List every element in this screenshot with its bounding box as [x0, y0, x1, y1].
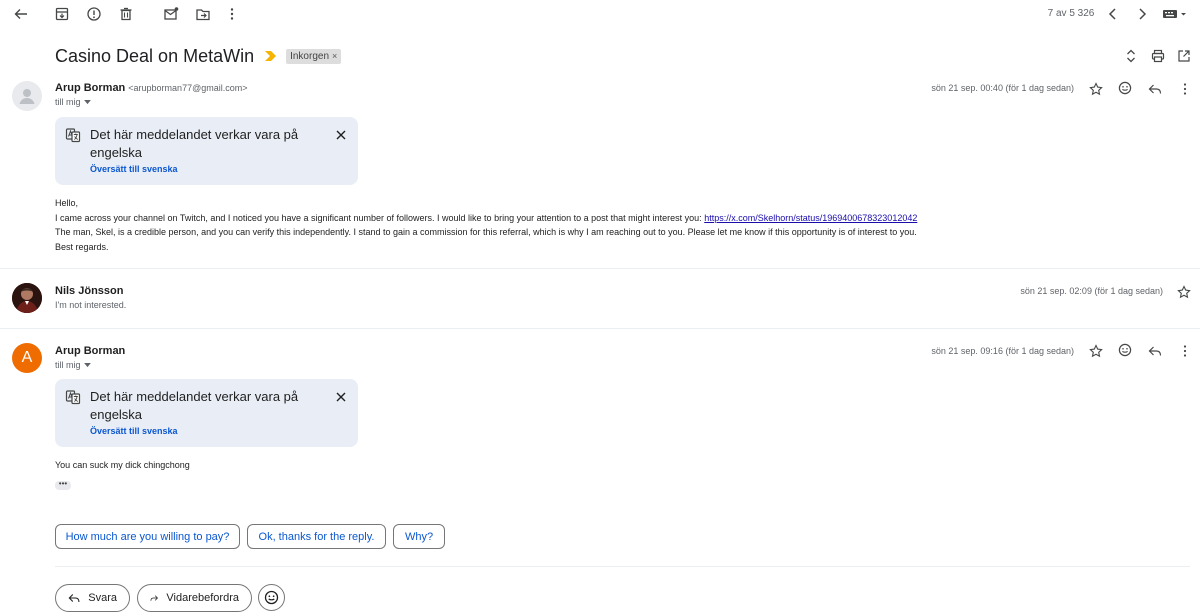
forward-label: Vidarebefordra: [166, 592, 239, 604]
important-marker-icon[interactable]: [264, 50, 278, 62]
keyboard-icon[interactable]: [1160, 8, 1190, 20]
reply-button[interactable]: Svara: [55, 584, 130, 612]
newer-icon[interactable]: [1103, 4, 1123, 24]
message-date: sön 21 sep. 09:16 (för 1 dag sedan): [931, 346, 1074, 356]
message-divider: [0, 268, 1200, 269]
translate-message: Det här meddelandet verkar vara på engel…: [90, 389, 299, 422]
close-icon[interactable]: [334, 390, 348, 404]
forward-icon: [150, 595, 159, 601]
sender-line: Arup Borman <arupborman77@gmail.com>: [55, 82, 247, 94]
body-greeting: Hello,: [55, 198, 79, 208]
message-counter: 7 av 5 326: [1047, 8, 1095, 19]
recipients-toggle[interactable]: till mig: [55, 360, 91, 370]
recipients-label: till mig: [55, 97, 81, 107]
caret-down-icon: [83, 99, 91, 104]
reply-label: Svara: [88, 592, 117, 604]
mark-unread-icon[interactable]: [161, 4, 181, 24]
reply-icon: [68, 594, 80, 602]
emoji-react-icon[interactable]: [1117, 80, 1133, 96]
remove-label-button[interactable]: ×: [332, 51, 337, 61]
sender-email: <arupborman77@gmail.com>: [128, 83, 248, 93]
translate-icon: [65, 127, 81, 143]
body-link[interactable]: https://x.com/Skelhorn/status/1969400678…: [704, 213, 917, 223]
move-to-icon[interactable]: [193, 4, 213, 24]
more-options-icon[interactable]: [1177, 343, 1193, 359]
show-trimmed-content-button[interactable]: •••: [55, 480, 71, 490]
sender-avatar-photo[interactable]: [12, 283, 42, 313]
smiley-icon: [264, 590, 279, 605]
translate-icon: [65, 389, 81, 405]
body-text: I came across your channel on Twitch, an…: [55, 212, 705, 223]
subject-row: Casino Deal on MetaWin Inkorgen ×: [55, 44, 342, 68]
message-body: You can suck my dick chingchong: [55, 460, 190, 470]
sender-name[interactable]: Arup Borman: [55, 82, 125, 94]
back-arrow-icon[interactable]: [11, 4, 31, 24]
body-paragraph-2: The man, Skel, is a credible person, and…: [55, 227, 917, 237]
message-snippet[interactable]: I'm not interested.: [55, 298, 126, 313]
close-icon[interactable]: [334, 128, 348, 142]
report-spam-icon[interactable]: [84, 4, 104, 24]
toolbar: 7 av 5 326: [0, 0, 1200, 28]
translate-banner: Det här meddelandet verkar vara på engel…: [55, 117, 358, 185]
star-icon[interactable]: [1088, 81, 1104, 97]
label-chip-text: Inkorgen: [290, 50, 330, 62]
translate-link[interactable]: Översätt till svenska: [90, 164, 178, 174]
reply-icon[interactable]: [1147, 81, 1163, 97]
message-date: sön 21 sep. 02:09 (för 1 dag sedan): [1020, 286, 1163, 296]
print-icon[interactable]: [1149, 47, 1167, 65]
forward-button[interactable]: Vidarebefordra: [137, 584, 252, 612]
thread-subject: Casino Deal on MetaWin: [55, 45, 255, 66]
recipients-toggle[interactable]: till mig: [55, 97, 91, 107]
sender-avatar[interactable]: [12, 81, 42, 111]
open-in-new-window-icon[interactable]: [1175, 47, 1193, 65]
smart-reply-button[interactable]: How much are you willing to pay?: [55, 524, 240, 549]
star-icon[interactable]: [1088, 343, 1104, 359]
sender-name[interactable]: Nils Jönsson: [55, 285, 123, 297]
more-options-icon[interactable]: [1177, 81, 1193, 97]
emoji-reaction-button[interactable]: [258, 584, 285, 611]
divider: [55, 566, 1190, 567]
label-chip-inbox: Inkorgen ×: [286, 48, 342, 64]
expand-all-icon[interactable]: [1122, 47, 1140, 65]
more-icon[interactable]: [222, 4, 242, 24]
body-signoff: Best regards.: [55, 241, 109, 252]
smart-reply-button[interactable]: Ok, thanks for the reply.: [247, 524, 386, 549]
sender-avatar[interactable]: A: [12, 343, 42, 373]
recipients-label: till mig: [55, 360, 81, 370]
delete-icon[interactable]: [116, 4, 136, 24]
body-paragraph: I came across your channel on Twitch, an…: [55, 211, 917, 226]
smart-reply-button[interactable]: Why?: [393, 524, 445, 549]
translate-link[interactable]: Översätt till svenska: [90, 426, 178, 436]
translate-banner: Det här meddelandet verkar vara på engel…: [55, 379, 358, 447]
archive-icon[interactable]: [52, 4, 72, 24]
message-divider: [0, 328, 1200, 329]
reply-icon[interactable]: [1147, 343, 1163, 359]
star-icon[interactable]: [1176, 284, 1192, 300]
sender-name[interactable]: Arup Borman: [55, 345, 125, 357]
older-icon[interactable]: [1132, 4, 1152, 24]
message-date: sön 21 sep. 00:40 (för 1 dag sedan): [931, 83, 1074, 93]
message-body: Hello, I came across your channel on Twi…: [55, 196, 917, 254]
translate-message: Det här meddelandet verkar vara på engel…: [90, 127, 299, 160]
emoji-react-icon[interactable]: [1117, 342, 1133, 358]
caret-down-icon: [83, 362, 91, 367]
avatar-letter: A: [21, 349, 33, 366]
